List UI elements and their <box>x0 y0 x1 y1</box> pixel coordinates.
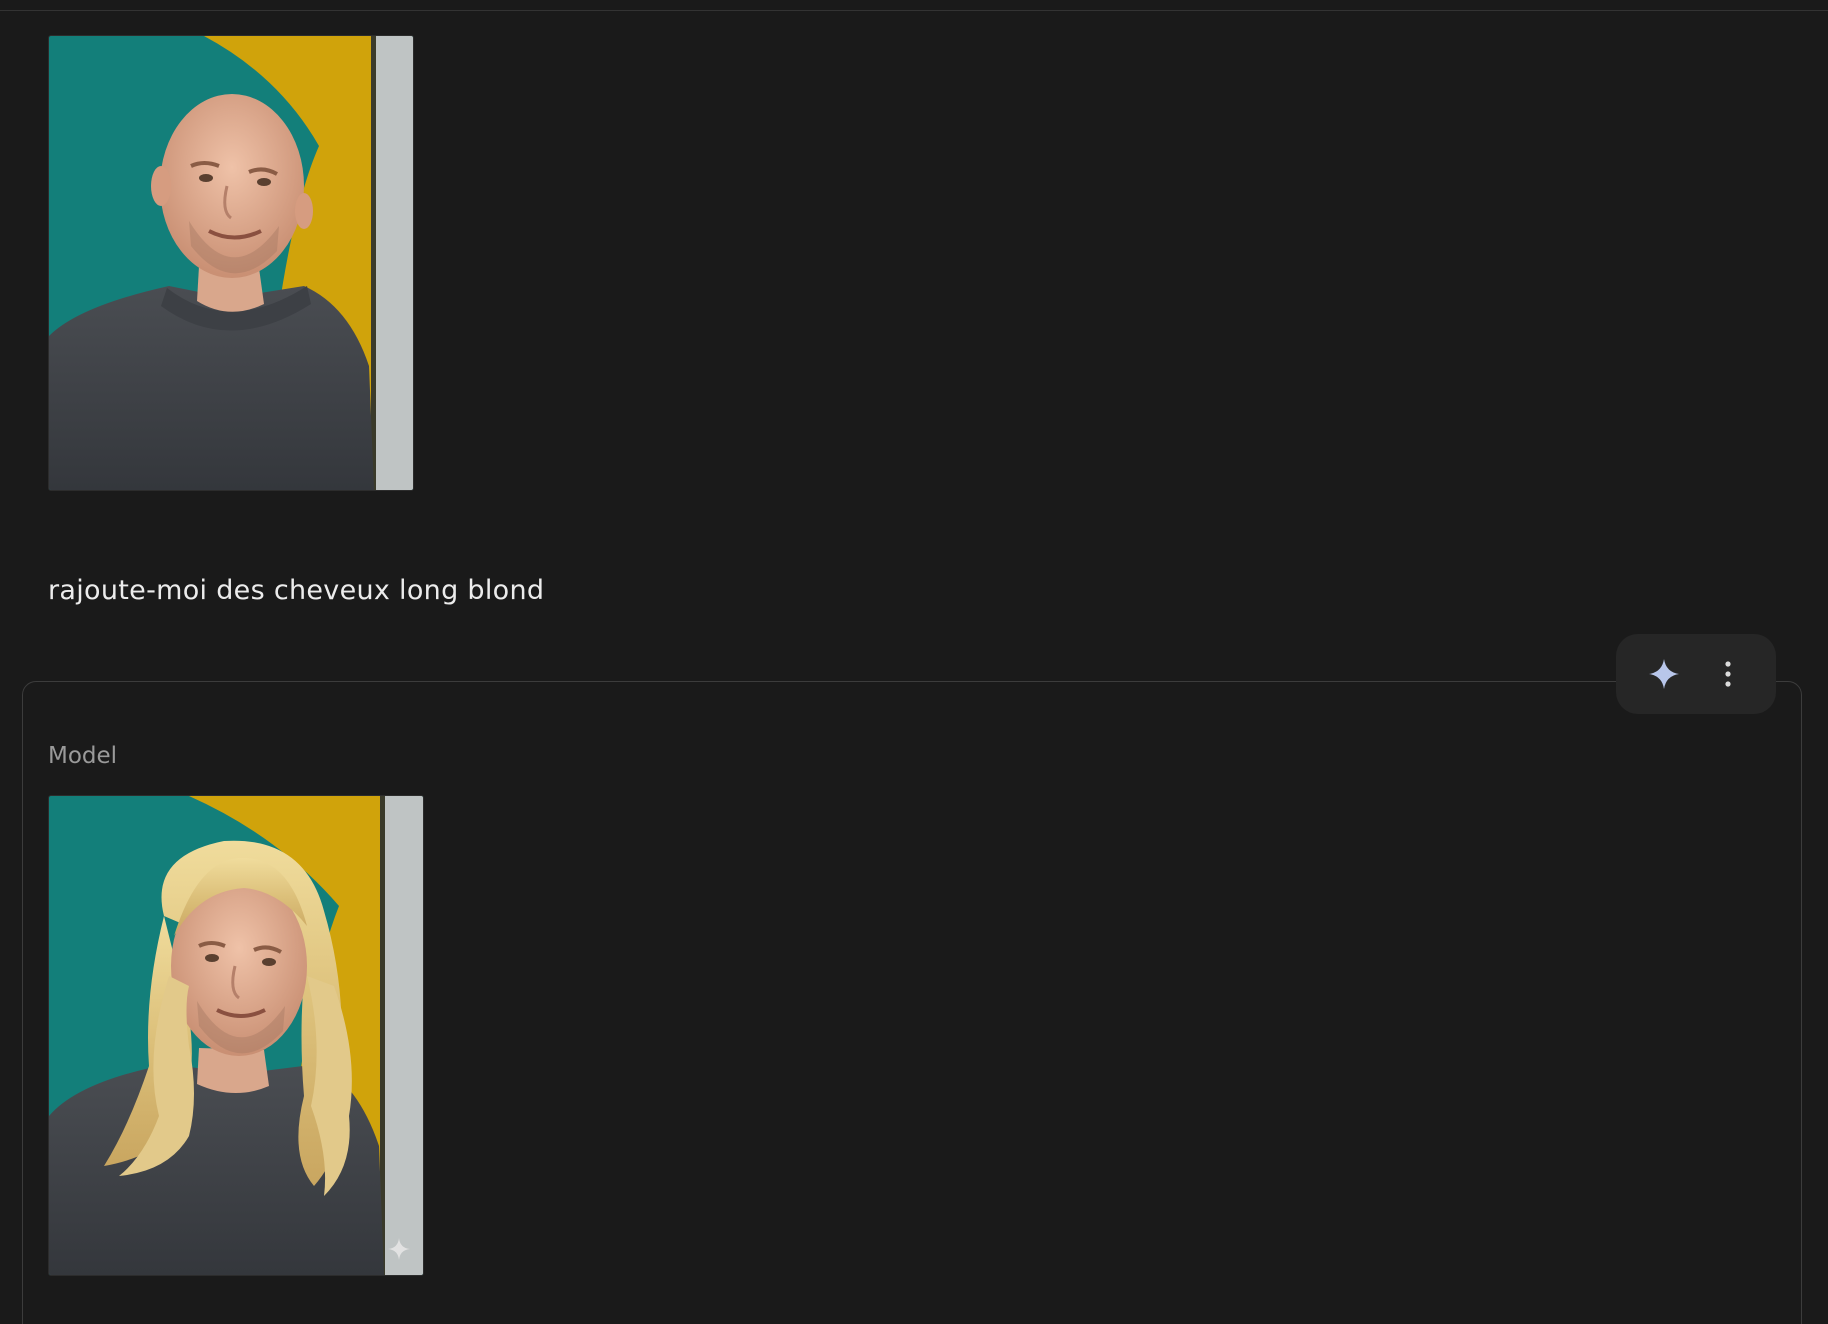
model-generated-image[interactable] <box>48 795 424 1276</box>
chat-page: rajoute-moi des cheveux long blond Model <box>0 0 1828 1324</box>
response-actions <box>1616 634 1776 714</box>
user-prompt-text: rajoute-moi des cheveux long blond <box>48 575 545 606</box>
user-uploaded-image[interactable] <box>48 35 414 491</box>
model-role-label: Model <box>48 743 118 769</box>
more-options-button[interactable] <box>1704 650 1752 698</box>
sparkle-button[interactable] <box>1640 650 1688 698</box>
more-vertical-icon <box>1725 661 1731 687</box>
sparkle-icon <box>1649 659 1679 689</box>
top-divider <box>0 10 1828 11</box>
model-photo-drawing <box>49 796 423 1275</box>
user-photo-drawing <box>49 36 413 490</box>
